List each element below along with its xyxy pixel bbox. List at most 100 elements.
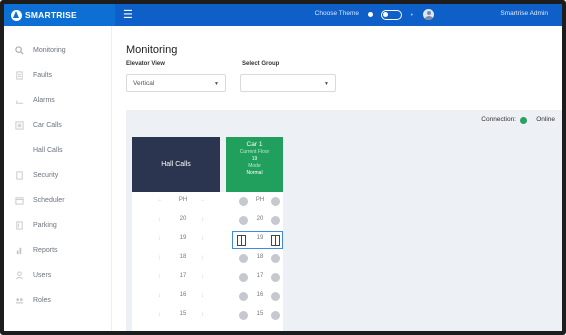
floor-row-current: ↕ 19 ↕ 19 (132, 230, 283, 249)
hall-calls-title: Hall Calls (161, 161, 191, 168)
toggle-knob (383, 12, 388, 17)
hall-floor-label: 18 (179, 254, 187, 260)
car-call-front-button[interactable] (239, 254, 248, 263)
select-group-select[interactable]: ▼ (240, 74, 336, 92)
online-status-icon (520, 117, 527, 124)
sidebar-item-reports[interactable]: Reports (4, 238, 112, 263)
car-call-rear-button[interactable] (271, 273, 280, 282)
hall-calls-header: Hall Calls (132, 137, 220, 192)
car-floor-label: 15 (256, 311, 264, 317)
sidebar-item-users[interactable]: Users (4, 263, 112, 288)
top-bar: SMARTRISE ☰ Choose Theme • Smartrise Adm… (4, 4, 562, 26)
connection-status: Online (536, 116, 555, 123)
car-floor-label: 19 (256, 235, 264, 241)
hall-floor-label: 20 (179, 216, 187, 222)
car-1-header[interactable]: Car 1 Current Floor 19 Mode Normal (226, 137, 283, 192)
avatar[interactable] (423, 9, 434, 20)
car-title: Car 1 (246, 141, 263, 148)
rear-door-icon (271, 235, 280, 246)
current-floor-label: Current Floor (239, 149, 270, 155)
elevator-view-select[interactable]: Vertical ▼ (126, 74, 226, 92)
floor-row: ↕ 20 ↕ 20 (132, 211, 283, 230)
sidebar-item-label: Roles (33, 297, 51, 304)
app-frame: SMARTRISE ☰ Choose Theme • Smartrise Adm… (0, 0, 566, 335)
chevron-down-icon: ▼ (324, 81, 329, 87)
hall-up-call-icon[interactable]: − (156, 198, 163, 205)
car-floor-label: 18 (256, 254, 264, 260)
hall-floor-label: 19 (179, 235, 187, 241)
connection-label: Connection: (481, 116, 516, 123)
sidebar-item-hall-calls[interactable]: Hall Calls (4, 138, 112, 163)
brand[interactable]: SMARTRISE (4, 4, 115, 26)
hall-floor-label: 17 (179, 273, 187, 279)
hall-down-call-icon[interactable]: ↕ (199, 255, 206, 262)
hall-down-call-icon[interactable]: − (199, 198, 206, 205)
hall-down-call-icon[interactable]: ↕ (199, 236, 206, 243)
sidebar-item-label: Car Calls (33, 122, 62, 129)
car-floor-label: 20 (256, 216, 264, 222)
hall-up-call-icon[interactable]: ↕ (156, 217, 163, 224)
sidebar-item-label: Security (33, 172, 59, 179)
hamburger-icon[interactable]: ☰ (123, 9, 133, 21)
current-floor-value: 19 (251, 156, 258, 162)
sidebar-item-roles[interactable]: Roles (4, 288, 112, 313)
hall-up-call-icon[interactable]: ↕ (156, 293, 163, 300)
hall-up-call-icon[interactable]: ↕ (156, 312, 163, 319)
car-floor-label: PH (255, 197, 265, 203)
elevator-view-label: Elevator View (126, 61, 165, 67)
car-call-front-button[interactable] (239, 216, 248, 225)
elevator-view-value: Vertical (133, 80, 155, 87)
floor-row: − PH − PH (132, 192, 283, 211)
mode-value: Normal (246, 170, 263, 176)
sidebar-item-security[interactable]: Security (4, 163, 112, 188)
hall-up-call-icon[interactable]: ↕ (156, 255, 163, 262)
car-call-rear-button[interactable] (271, 292, 280, 301)
car-call-rear-button[interactable] (271, 254, 280, 263)
sidebar-item-car-calls[interactable]: Car Calls (4, 113, 112, 138)
hall-up-call-icon[interactable]: ↕ (156, 236, 163, 243)
floor-row: ↕ 18 ↕ 18 (132, 249, 283, 268)
car-call-front-button[interactable] (239, 197, 248, 206)
hall-down-call-icon[interactable]: ↕ (199, 274, 206, 281)
chevron-down-icon: ▼ (214, 81, 219, 87)
sidebar-item-alarms[interactable]: Alarms (4, 88, 112, 113)
sidebar-item-label: Monitoring (33, 47, 66, 54)
sidebar-item-faults[interactable]: Faults (4, 63, 112, 88)
theme-toggle[interactable] (381, 10, 402, 20)
select-group-label: Select Group (242, 61, 280, 67)
floor-list: − PH − PH ↕ 20 ↕ 20 ↕ 19 ↕ 19 ↕ 18 ↕ 18 … (132, 192, 283, 331)
sidebar-item-label: Parking (33, 222, 57, 229)
hall-floor-label: 16 (179, 292, 187, 298)
sidebar-item-label: Hall Calls (33, 147, 63, 154)
car-call-rear-button[interactable] (271, 197, 280, 206)
sidebar-item-scheduler[interactable]: Scheduler (4, 188, 112, 213)
sidebar-item-label: Faults (33, 72, 53, 79)
top-nav: ☰ Choose Theme • Smartrise Admin (115, 4, 562, 26)
separator-icon: • (410, 12, 413, 19)
roles-icon (14, 295, 25, 306)
floor-row: ↕ 17 ↕ 17 (132, 268, 283, 287)
user-name[interactable]: Smartrise Admin (500, 10, 548, 17)
theme-label: Choose Theme (314, 10, 359, 17)
car-floor-label: 16 (256, 292, 264, 298)
sidebar-item-parking[interactable]: Parking (4, 213, 112, 238)
alarm-icon (14, 95, 25, 106)
main-content: Monitoring Elevator View Vertical ▼ Sele… (112, 26, 562, 331)
hall-down-call-icon[interactable]: ↕ (199, 217, 206, 224)
car-call-front-button[interactable] (239, 311, 248, 320)
search-icon (14, 45, 25, 56)
hall-down-call-icon[interactable]: ↕ (199, 293, 206, 300)
sidebar-item-monitoring[interactable]: Monitoring (4, 38, 112, 63)
page-title: Monitoring (126, 44, 178, 56)
car-call-rear-button[interactable] (271, 216, 280, 225)
theme-dot-icon (368, 12, 373, 17)
sidebar-item-label: Alarms (33, 97, 55, 104)
car-call-front-button[interactable] (239, 292, 248, 301)
car-call-rear-button[interactable] (271, 311, 280, 320)
car-call-icon (14, 120, 25, 131)
parking-icon (14, 220, 25, 231)
hall-up-call-icon[interactable]: ↕ (156, 274, 163, 281)
car-call-front-button[interactable] (239, 273, 248, 282)
hall-down-call-icon[interactable]: ↕ (199, 312, 206, 319)
sidebar-item-label: Users (33, 272, 52, 279)
